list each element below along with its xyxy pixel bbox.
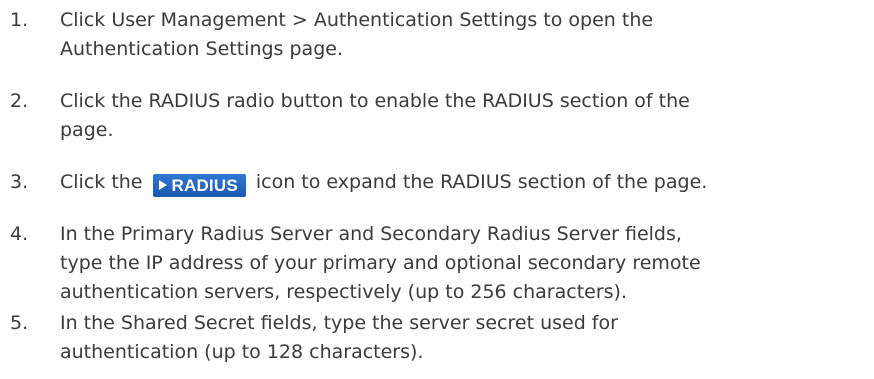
step-line: authentication servers, respectively (up…	[60, 281, 627, 303]
step-number: 4.	[10, 223, 29, 245]
radius-expand-icon: RADIUS	[152, 174, 246, 197]
radius-icon-label: RADIUS	[171, 176, 238, 195]
step-text: In the Primary Radius Server and Seconda…	[60, 220, 850, 307]
step-number: 2.	[10, 90, 29, 112]
step-line: type the IP address of your primary and …	[60, 252, 701, 274]
instruction-steps: 1. Click User Management > Authenticatio…	[0, 0, 874, 379]
step-text-after-icon: icon to expand the RADIUS section of the…	[255, 171, 708, 193]
step-text: Click User Management > Authentication S…	[60, 6, 850, 64]
step-text: Click the RADIUS radio button to enable …	[60, 87, 850, 145]
step-line: authentication (up to 128 characters).	[60, 341, 424, 363]
step-line: In the Shared Secret fields, type the se…	[60, 312, 618, 334]
step-line: page.	[60, 119, 114, 141]
step-text: In the Shared Secret fields, type the se…	[60, 309, 850, 367]
step-line: In the Primary Radius Server and Seconda…	[60, 223, 682, 245]
step-line: Click User Management > Authentication S…	[60, 9, 654, 31]
step-number: 3.	[10, 171, 29, 193]
step-text-before-icon: Click the	[60, 171, 143, 193]
expand-triangle-icon	[158, 180, 167, 190]
step-text: Click the RADIUS icon to expand the RADIUS…	[60, 168, 850, 197]
step-line: Click the RADIUS icon to expand the RADIUS…	[60, 168, 850, 197]
step-line: Authentication Settings page.	[60, 38, 343, 60]
step-number: 1.	[10, 9, 29, 31]
step-number: 5.	[10, 312, 29, 334]
step-line: Click the RADIUS radio button to enable …	[60, 90, 690, 112]
